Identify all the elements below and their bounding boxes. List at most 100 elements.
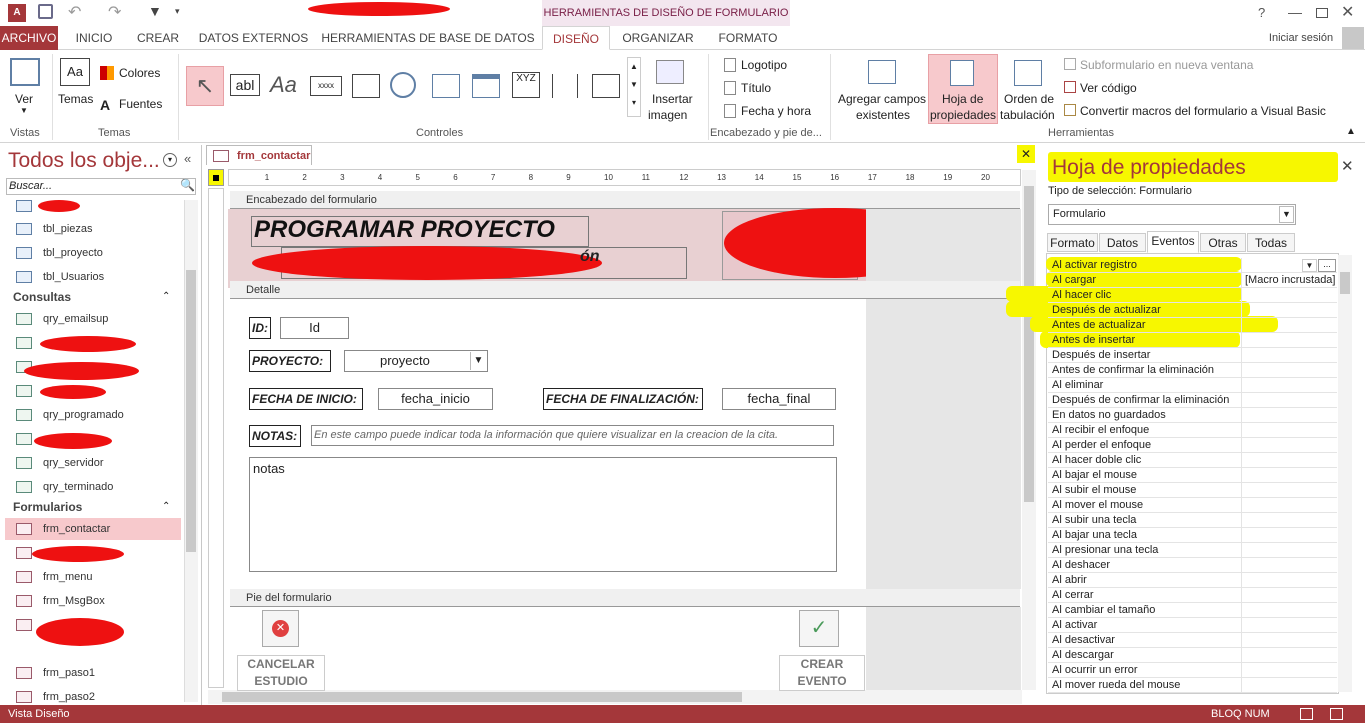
customize-arrow-icon[interactable]: ▾ xyxy=(175,6,180,17)
property-value[interactable] xyxy=(1245,618,1337,633)
property-value[interactable] xyxy=(1245,423,1337,438)
ver-icon[interactable] xyxy=(10,58,40,86)
property-row[interactable]: Al cerrar xyxy=(1048,588,1337,603)
property-value[interactable] xyxy=(1245,363,1337,378)
tab-herramientas-bd[interactable]: HERRAMIENTAS DE BASE DE DATOS xyxy=(318,26,538,50)
property-value[interactable] xyxy=(1245,573,1337,588)
tab-organizar[interactable]: ORGANIZAR xyxy=(616,26,700,50)
property-row[interactable]: Al desactivar xyxy=(1048,633,1337,648)
fuentes-button[interactable]: Fuentes xyxy=(119,97,162,111)
form-selector[interactable] xyxy=(208,169,224,186)
temas-icon[interactable]: Aa xyxy=(60,58,90,86)
section-footer-bar[interactable]: Pie del formulario xyxy=(230,589,1020,607)
save-icon[interactable] xyxy=(38,4,53,19)
form-view-icon[interactable] xyxy=(1300,708,1313,720)
property-value[interactable] xyxy=(1245,648,1337,663)
colores-icon[interactable] xyxy=(100,66,114,80)
form-item[interactable]: frm_MsgBox xyxy=(14,590,105,612)
property-row[interactable]: Al subir el mouse xyxy=(1048,483,1337,498)
property-value[interactable] xyxy=(1245,498,1337,513)
page-break-icon[interactable] xyxy=(552,74,578,98)
property-value[interactable] xyxy=(1245,438,1337,453)
label-fecha-inicio[interactable]: FECHA DE INICIO: xyxy=(249,388,363,410)
query-item[interactable] xyxy=(14,380,43,402)
property-value[interactable] xyxy=(1245,663,1337,678)
property-value[interactable] xyxy=(1245,678,1337,693)
property-row[interactable]: En datos no guardados xyxy=(1048,408,1337,423)
property-row[interactable]: Después de actualizar xyxy=(1048,303,1337,318)
property-row[interactable]: Al presionar una tecla xyxy=(1048,543,1337,558)
table-item[interactable]: tbl_Usuarios xyxy=(14,266,104,288)
tab-inicio[interactable]: INICIO xyxy=(64,26,124,50)
table-item[interactable]: tbl_proyecto xyxy=(14,242,103,264)
tab-datos-externos[interactable]: DATOS EXTERNOS xyxy=(196,26,311,50)
property-value[interactable] xyxy=(1245,378,1337,393)
property-row[interactable]: Al eliminar xyxy=(1048,378,1337,393)
form-item[interactable]: frm_menu xyxy=(14,566,93,588)
prop-vscroll-thumb[interactable] xyxy=(1340,272,1350,294)
property-row[interactable]: Al recibir el enfoque xyxy=(1048,423,1337,438)
subform-button[interactable]: Subformulario en nueva ventana xyxy=(1080,58,1253,72)
web-browser-control-icon[interactable] xyxy=(432,74,460,98)
combo-box-icon[interactable] xyxy=(592,74,620,98)
label-control-icon[interactable]: Aa xyxy=(270,72,297,98)
property-value[interactable] xyxy=(1245,318,1337,333)
temas-button[interactable]: Temas xyxy=(58,92,93,106)
tab-formato[interactable]: FORMATO xyxy=(706,26,790,50)
insertar-imagen-label1[interactable]: Insertar xyxy=(652,92,693,106)
form-item[interactable]: frm_paso1 xyxy=(14,662,95,684)
colores-button[interactable]: Colores xyxy=(119,66,160,80)
crear-evento-button[interactable]: CREAR EVENTO xyxy=(779,655,865,691)
titulo-icon[interactable] xyxy=(724,81,736,95)
field-proyecto-combo[interactable]: proyecto ▼ xyxy=(344,350,488,372)
property-row[interactable]: Después de insertar xyxy=(1048,348,1337,363)
property-row[interactable]: Al deshacer xyxy=(1048,558,1337,573)
cancel-icon-button[interactable]: ✕ xyxy=(262,610,299,647)
property-value[interactable] xyxy=(1245,558,1337,573)
hyperlink-control-icon[interactable] xyxy=(390,72,416,98)
section-detail-bar[interactable]: Detalle xyxy=(230,281,1020,299)
property-value[interactable]: [Macro incrustada] xyxy=(1245,273,1337,288)
notas-hint[interactable]: En este campo puede indicar toda la info… xyxy=(311,425,834,446)
selection-select[interactable]: Formulario ▼ xyxy=(1048,204,1296,225)
property-row[interactable]: Al hacer clic xyxy=(1048,288,1337,303)
property-row[interactable]: Al cargar [Macro incrustada] xyxy=(1048,273,1337,288)
agregar-campos-label2[interactable]: existentes xyxy=(856,108,910,122)
property-row[interactable]: Antes de actualizar xyxy=(1048,318,1337,333)
prop-tab-todas[interactable]: Todas xyxy=(1247,233,1295,252)
nav-search-input[interactable]: Buscar... xyxy=(6,178,196,195)
ver-button[interactable]: Ver xyxy=(15,92,33,106)
dropdown-arrow-icon[interactable]: ▼ xyxy=(1279,206,1294,223)
query-item[interactable]: qry_terminado xyxy=(14,476,113,498)
table-item[interactable]: tbl_piezas xyxy=(14,218,93,240)
insert-image-icon[interactable] xyxy=(656,60,684,84)
logo-icon[interactable] xyxy=(724,58,736,72)
query-item[interactable] xyxy=(14,332,43,354)
property-row[interactable]: Antes de confirmar la eliminación xyxy=(1048,363,1337,378)
tab-diseno[interactable]: DISEÑO xyxy=(542,26,610,50)
property-value[interactable] xyxy=(1245,603,1337,618)
convertir-macros-button[interactable]: Convertir macros del formulario a Visual… xyxy=(1080,104,1326,118)
prop-tab-formato[interactable]: Formato xyxy=(1047,233,1098,252)
redo-icon[interactable]: ↷ xyxy=(108,2,121,22)
property-row[interactable]: Al hacer doble clic xyxy=(1048,453,1337,468)
property-value[interactable] xyxy=(1245,543,1337,558)
collapse-ribbon-icon[interactable]: ▲ xyxy=(1346,126,1356,137)
property-row[interactable]: Al bajar una tecla xyxy=(1048,528,1337,543)
navigation-control-icon[interactable] xyxy=(472,74,500,98)
orden-tab-label1[interactable]: Orden de xyxy=(1004,92,1054,106)
close-property-sheet-button[interactable]: ✕ xyxy=(1341,157,1354,175)
restore-button[interactable] xyxy=(1316,8,1328,18)
search-icon[interactable]: 🔍 xyxy=(180,178,195,192)
field-fecha-inicio[interactable]: fecha_inicio xyxy=(378,388,493,410)
section-header-bar[interactable]: Encabezado del formulario xyxy=(230,191,1020,209)
insertar-imagen-label2[interactable]: imagen xyxy=(648,108,687,122)
minimize-button[interactable]: — xyxy=(1288,4,1302,20)
field-id[interactable]: Id xyxy=(280,317,349,339)
property-row[interactable]: Al activar registro xyxy=(1048,258,1337,273)
prop-row-build-button[interactable]: ... xyxy=(1318,259,1336,272)
label-fecha-final[interactable]: FECHA DE FINALIZACIÓN: xyxy=(543,388,703,410)
fecha-hora-button[interactable]: Fecha y hora xyxy=(741,104,811,118)
property-value[interactable] xyxy=(1245,348,1337,363)
field-notas[interactable]: notas xyxy=(249,457,837,572)
